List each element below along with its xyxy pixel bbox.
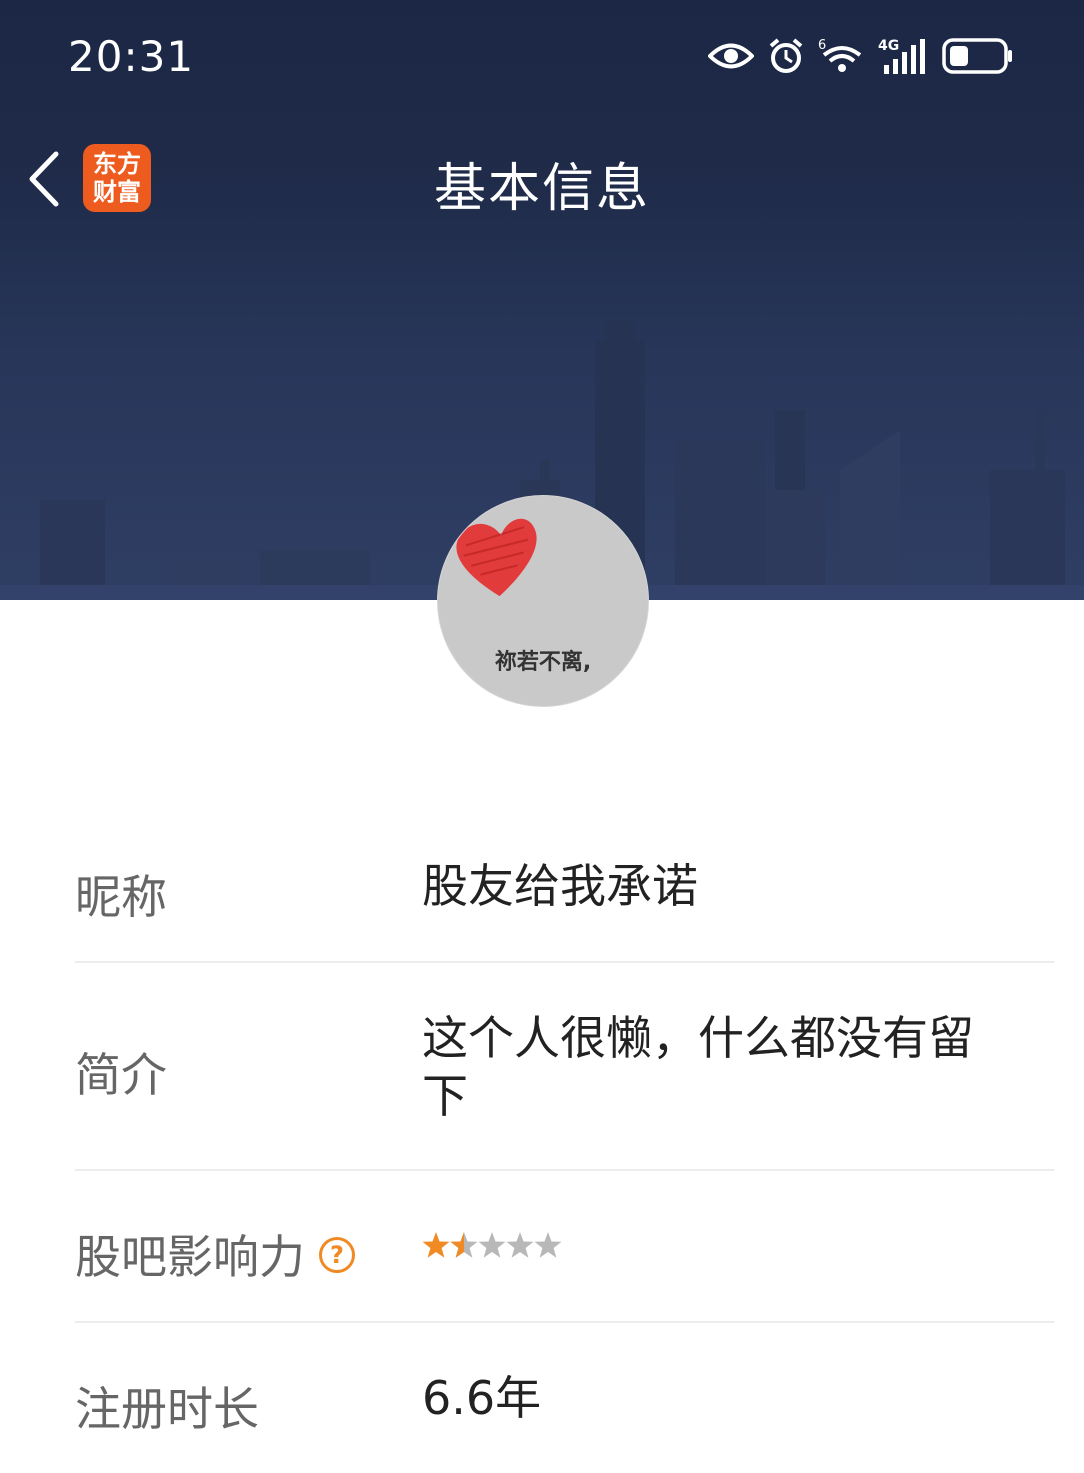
row-register-duration: 注册时长 6.6年 xyxy=(75,1323,1054,1473)
help-icon[interactable]: ? xyxy=(319,1236,355,1273)
avatar[interactable]: 祢若不离, xyxy=(437,495,649,707)
signal-4g-icon: 4G xyxy=(878,38,925,74)
star-4-icon xyxy=(506,1232,534,1258)
label-influence-text: 股吧影响力 xyxy=(75,1230,305,1284)
svg-text:6: 6 xyxy=(818,38,826,53)
battery-icon xyxy=(942,38,1012,74)
avatar-caption: 祢若不离, xyxy=(494,650,592,675)
nav-bar: 东方 财富 基本信息 xyxy=(0,130,1084,230)
alarm-icon xyxy=(769,38,803,73)
wifi-icon: 6 xyxy=(818,38,862,72)
value-register-duration: 6.6年 xyxy=(422,1371,542,1425)
row-nickname: 昵称 股友给我承诺 xyxy=(75,815,1054,963)
page-title: 基本信息 xyxy=(433,159,650,219)
value-nickname: 股友给我承诺 xyxy=(422,859,698,913)
status-bar: 20:31 6 4G xyxy=(0,0,1084,110)
star-1-icon xyxy=(422,1232,450,1258)
status-time: 20:31 xyxy=(68,32,195,81)
star-5-icon xyxy=(534,1232,562,1258)
svg-text:4G: 4G xyxy=(878,38,899,54)
label-influence: 股吧影响力? xyxy=(75,1221,355,1287)
status-icons: 6 4G xyxy=(708,34,1014,78)
value-bio-line2: 下 xyxy=(422,1069,468,1123)
row-bio: 简介 这个人很懒，什么都没有留 下 xyxy=(75,963,1054,1171)
row-influence: 股吧影响力? xyxy=(75,1171,1054,1323)
eye-icon xyxy=(708,43,754,69)
label-nickname: 昵称 xyxy=(75,870,167,924)
label-register-duration: 注册时长 xyxy=(75,1382,259,1436)
influence-rating xyxy=(422,1231,562,1261)
star-3-icon xyxy=(478,1232,506,1258)
value-bio-line1: 这个人很懒，什么都没有留 xyxy=(422,1011,974,1065)
value-bio: 这个人很懒，什么都没有留 下 xyxy=(422,1009,1022,1125)
star-2-icon xyxy=(450,1232,478,1258)
label-bio: 简介 xyxy=(75,1048,167,1102)
info-list: 昵称 股友给我承诺 简介 这个人很懒，什么都没有留 下 股吧影响力? 注册时长 … xyxy=(75,815,1054,1473)
star-rating-icons xyxy=(422,1232,562,1258)
